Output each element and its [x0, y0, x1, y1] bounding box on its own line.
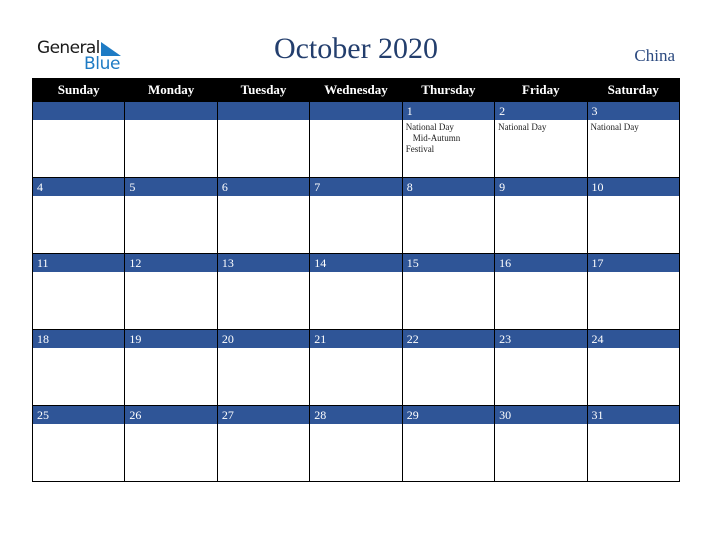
- day-cell[interactable]: [309, 101, 403, 178]
- weekday-header: Saturday: [586, 78, 681, 102]
- holiday-list: National Day: [495, 120, 586, 133]
- day-cell[interactable]: 1 National Day Mid-Autumn Festival: [401, 101, 496, 178]
- calendar-grid: Sunday Monday Tuesday Wednesday Thursday…: [31, 78, 681, 482]
- day-number: 13: [217, 254, 310, 272]
- day-number: 4: [33, 178, 125, 196]
- day-number: 30: [495, 406, 587, 424]
- day-number: 21: [310, 330, 402, 348]
- day-number: [310, 102, 402, 120]
- country-label: China: [634, 46, 675, 65]
- day-number: 1: [402, 102, 495, 120]
- day-number: [33, 102, 125, 120]
- day-cell[interactable]: [124, 101, 218, 178]
- holiday-event: National Day: [590, 122, 639, 132]
- day-cell[interactable]: 13: [216, 253, 311, 330]
- day-cell[interactable]: [216, 101, 311, 178]
- day-cell[interactable]: 27: [216, 405, 311, 482]
- day-cell[interactable]: 14: [309, 253, 403, 330]
- day-cell[interactable]: 28: [309, 405, 403, 482]
- day-number: 23: [495, 330, 587, 348]
- weekday-header-row: Sunday Monday Tuesday Wednesday Thursday…: [31, 78, 681, 102]
- weekday-header: Sunday: [31, 78, 126, 102]
- day-cell[interactable]: 4: [31, 177, 126, 254]
- day-number: [217, 102, 310, 120]
- day-number: 16: [495, 254, 587, 272]
- day-cell[interactable]: 12: [124, 253, 218, 330]
- day-number: 19: [125, 330, 217, 348]
- day-cell[interactable]: 23: [494, 329, 588, 406]
- holiday-event: National Day: [498, 122, 547, 132]
- weekday-header: Wednesday: [309, 78, 403, 102]
- week-row: 4 5 6 7 8 9 10: [31, 177, 681, 254]
- day-number: 3: [587, 102, 679, 120]
- day-number: 11: [33, 254, 125, 272]
- day-cell[interactable]: 21: [309, 329, 403, 406]
- day-number: 12: [125, 254, 217, 272]
- page-title: October 2020: [273, 32, 439, 65]
- day-cell[interactable]: 2 National Day: [494, 101, 588, 178]
- holiday-event: National Day: [405, 122, 454, 132]
- day-cell[interactable]: 31: [586, 405, 681, 482]
- day-number: 7: [310, 178, 402, 196]
- holiday-list: National Day: [588, 120, 679, 133]
- day-number: 17: [587, 254, 679, 272]
- day-number: [125, 102, 217, 120]
- day-cell[interactable]: 11: [31, 253, 126, 330]
- week-row: 11 12 13 14 15 16 17: [31, 253, 681, 330]
- day-number: 5: [125, 178, 217, 196]
- day-number: 15: [402, 254, 495, 272]
- day-cell[interactable]: 17: [586, 253, 681, 330]
- day-cell[interactable]: 5: [124, 177, 218, 254]
- day-number: 27: [217, 406, 310, 424]
- week-row: 25 26 27 28 29 30 31: [31, 405, 681, 482]
- day-number: 25: [33, 406, 125, 424]
- day-cell[interactable]: 8: [401, 177, 496, 254]
- day-number: 28: [310, 406, 402, 424]
- day-number: 20: [217, 330, 310, 348]
- day-cell[interactable]: 9: [494, 177, 588, 254]
- weekday-header: Tuesday: [216, 78, 311, 102]
- day-cell[interactable]: 24: [586, 329, 681, 406]
- day-cell[interactable]: 22: [401, 329, 496, 406]
- day-cell[interactable]: 3 National Day: [586, 101, 681, 178]
- weekday-header: Thursday: [401, 78, 496, 102]
- day-number: 31: [587, 406, 679, 424]
- day-cell[interactable]: 25: [31, 405, 126, 482]
- day-cell[interactable]: 6: [216, 177, 311, 254]
- weekday-header: Friday: [494, 78, 588, 102]
- weekday-header: Monday: [124, 78, 218, 102]
- day-number: 14: [310, 254, 402, 272]
- day-number: 18: [33, 330, 125, 348]
- holiday-event: Festival: [405, 144, 435, 154]
- day-number: 8: [402, 178, 495, 196]
- day-cell[interactable]: 20: [216, 329, 311, 406]
- holiday-event: Mid-Autumn: [412, 133, 461, 143]
- day-number: 9: [495, 178, 587, 196]
- day-cell[interactable]: 18: [31, 329, 126, 406]
- day-number: 29: [402, 406, 495, 424]
- day-cell[interactable]: 15: [401, 253, 496, 330]
- day-cell[interactable]: 16: [494, 253, 588, 330]
- day-number: 22: [402, 330, 495, 348]
- day-cell[interactable]: 26: [124, 405, 218, 482]
- day-cell[interactable]: [31, 101, 126, 178]
- day-cell[interactable]: 30: [494, 405, 588, 482]
- day-cell[interactable]: 10: [586, 177, 681, 254]
- day-number: 24: [587, 330, 679, 348]
- week-row: 1 National Day Mid-Autumn Festival 2 National…: [31, 101, 681, 178]
- day-number: 2: [495, 102, 587, 120]
- day-number: 10: [587, 178, 679, 196]
- day-cell[interactable]: 19: [124, 329, 218, 406]
- day-number: 26: [125, 406, 217, 424]
- week-row: 18 19 20 21 22 23 24: [31, 329, 681, 406]
- day-number: 6: [217, 178, 310, 196]
- day-cell[interactable]: 7: [309, 177, 403, 254]
- holiday-list: National Day Mid-Autumn Festival: [403, 120, 494, 155]
- day-cell[interactable]: 29: [401, 405, 496, 482]
